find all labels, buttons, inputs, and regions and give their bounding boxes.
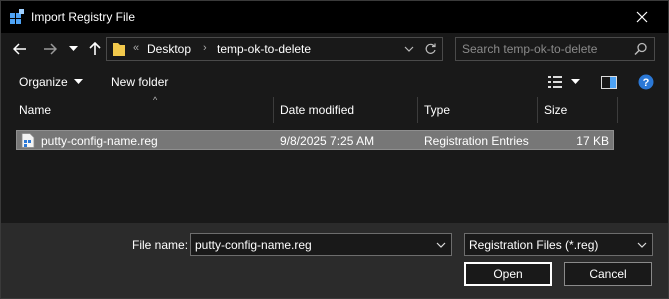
registry-editor-icon: [10, 9, 24, 24]
breadcrumb-temp-ok-to-delete[interactable]: temp-ok-to-delete: [217, 42, 311, 56]
recent-locations-button[interactable]: [65, 38, 81, 60]
chevron-down-icon: [404, 46, 414, 52]
change-view-button[interactable]: [545, 73, 581, 91]
file-date-modified: 9/8/2025 7:25 AM: [280, 134, 375, 148]
breadcrumb-separator[interactable]: ›: [203, 42, 207, 54]
forward-button[interactable]: [39, 38, 61, 60]
up-button[interactable]: [85, 38, 105, 60]
command-bar: Organize New folder ?: [1, 65, 668, 99]
arrow-right-icon: [44, 43, 57, 55]
file-type: Registration Entries: [424, 134, 529, 148]
chevron-down-icon: [73, 79, 83, 84]
import-registry-dialog: Import Registry File « Desktop › temp-ok…: [0, 0, 669, 299]
file-name-panel: File name: Registration Files (*.reg) Op…: [1, 223, 668, 298]
chevron-down-icon: [436, 242, 446, 248]
window-title: Import Registry File: [31, 10, 136, 24]
column-header-type-label: Type: [424, 103, 451, 117]
search-input[interactable]: [462, 41, 622, 57]
cancel-button[interactable]: Cancel: [564, 262, 652, 286]
refresh-icon: [425, 43, 436, 54]
file-type-select[interactable]: Registration Files (*.reg): [464, 233, 653, 256]
sort-ascending-icon: ^: [153, 95, 158, 105]
file-row[interactable]: putty-config-name.reg 9/8/2025 7:25 AM R…: [16, 130, 614, 150]
new-folder-button[interactable]: New folder: [111, 73, 168, 91]
file-list[interactable]: Name ^ Date modified Type Size putty-con…: [1, 95, 668, 221]
open-button[interactable]: Open: [464, 262, 552, 286]
address-history-button[interactable]: [402, 41, 416, 57]
help-icon: ?: [638, 74, 654, 90]
navigation-bar: « Desktop › temp-ok-to-delete: [1, 33, 668, 65]
organize-button[interactable]: Organize: [19, 73, 83, 91]
file-name-combobox[interactable]: [190, 233, 452, 256]
column-header-size-label: Size: [544, 103, 568, 117]
details-view-icon: [547, 76, 562, 88]
preview-pane-button[interactable]: [599, 73, 619, 91]
breadcrumb-desktop[interactable]: Desktop: [147, 42, 191, 56]
arrow-up-icon: [89, 42, 101, 55]
address-overflow-chevron[interactable]: «: [133, 42, 139, 54]
help-button[interactable]: ?: [637, 73, 655, 91]
column-header-type[interactable]: Type: [418, 97, 537, 123]
file-name-dropdown-button[interactable]: [435, 238, 447, 252]
svg-text:?: ?: [643, 77, 650, 89]
chevron-down-icon: [570, 79, 580, 84]
close-icon: [636, 11, 648, 23]
file-type-dropdown-button[interactable]: [636, 238, 648, 252]
file-name-label: File name:: [132, 238, 189, 252]
file-type-value: Registration Files (*.reg): [469, 238, 599, 252]
column-header-name[interactable]: Name ^: [13, 95, 273, 123]
registry-file-icon: [21, 133, 35, 148]
title-bar: Import Registry File: [1, 1, 668, 33]
search-box[interactable]: [455, 37, 655, 61]
file-name-input[interactable]: [195, 237, 429, 253]
column-header-size[interactable]: Size: [538, 97, 617, 123]
chevron-down-icon: [637, 242, 647, 248]
column-divider[interactable]: [617, 97, 618, 123]
folder-icon: [113, 43, 125, 56]
refresh-button[interactable]: [422, 41, 438, 57]
arrow-left-icon: [13, 43, 26, 55]
column-header-name-label: Name: [19, 103, 52, 117]
preview-pane-icon: [601, 75, 617, 89]
back-button[interactable]: [9, 38, 31, 60]
search-icon: [634, 42, 647, 56]
column-header-date-modified[interactable]: Date modified: [274, 97, 417, 123]
file-name: putty-config-name.reg: [41, 134, 158, 148]
column-header-date-label: Date modified: [280, 103, 355, 117]
close-button[interactable]: [622, 5, 662, 29]
address-bar[interactable]: « Desktop › temp-ok-to-delete: [106, 37, 443, 61]
chevron-down-icon: [68, 46, 78, 51]
file-size: 17 KB: [576, 134, 609, 148]
organize-label: Organize: [19, 75, 68, 89]
